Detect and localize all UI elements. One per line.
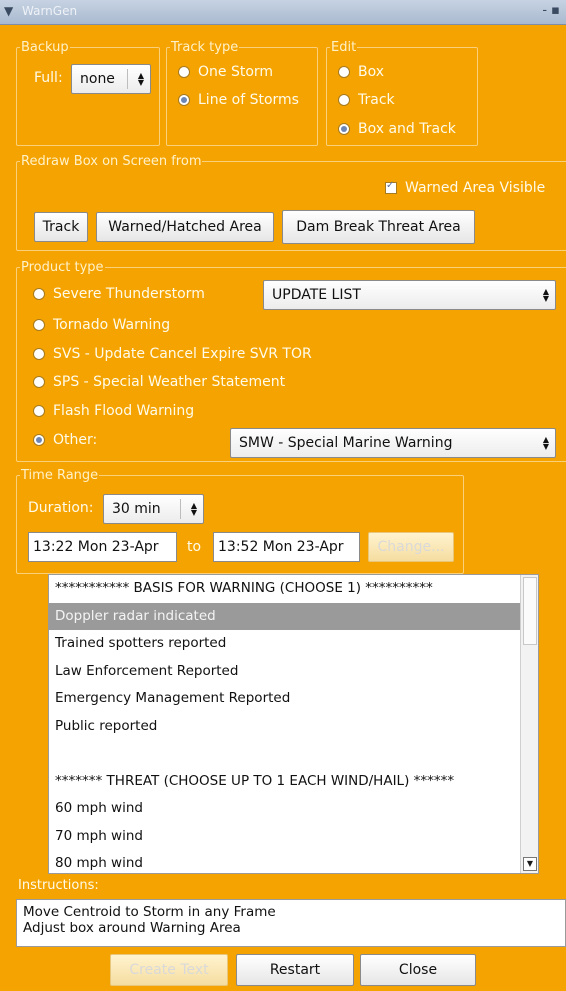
duration-value: 30 min xyxy=(112,501,161,517)
warned-area-visible-checkbox[interactable]: Warned Area Visible xyxy=(385,180,545,196)
redraw-dam-break-button[interactable]: Dam Break Threat Area xyxy=(282,210,475,244)
update-list-value: UPDATE LIST xyxy=(272,287,361,303)
list-item[interactable]: 70 mph wind xyxy=(49,823,538,851)
radio-icon xyxy=(338,66,350,78)
radio-icon xyxy=(33,405,45,417)
restart-button[interactable]: Restart xyxy=(236,954,354,986)
backup-full-select[interactable]: none ▲ ▼ xyxy=(71,64,151,94)
product-other-label: Other: xyxy=(53,432,98,448)
change-button[interactable]: Change... xyxy=(368,532,454,562)
scrollbar-thumb[interactable] xyxy=(523,577,537,645)
product-flash-flood-label: Flash Flood Warning xyxy=(53,403,195,419)
track-type-one-storm[interactable]: One Storm xyxy=(178,64,273,80)
product-sps-label: SPS - Special Weather Statement xyxy=(53,374,286,390)
edit-box-and-track[interactable]: Box and Track xyxy=(338,121,456,137)
edit-legend: Edit xyxy=(331,40,357,55)
radio-icon xyxy=(178,66,190,78)
other-product-select[interactable]: SMW - Special Marine Warning ▲ ▼ xyxy=(230,428,556,458)
spinner-icon: ▲ ▼ xyxy=(190,501,197,517)
duration-select[interactable]: 30 min ▲ ▼ xyxy=(103,494,204,524)
track-type-legend: Track type xyxy=(171,40,239,55)
list-item[interactable]: Law Enforcement Reported xyxy=(49,658,538,686)
list-scrollbar[interactable]: ▼ xyxy=(520,575,538,873)
product-other[interactable]: Other: xyxy=(33,432,97,448)
instructions-label: Instructions: xyxy=(18,878,99,893)
edit-box-label: Box xyxy=(358,64,385,80)
product-tornado-warning-label: Tornado Warning xyxy=(53,317,171,333)
list-item[interactable]: *********** BASIS FOR WARNING (CHOOSE 1)… xyxy=(49,575,538,603)
window-controls[interactable]: - ▪ xyxy=(542,3,560,18)
backup-legend: Backup xyxy=(21,40,69,55)
redraw-legend: Redraw Box on Screen from xyxy=(21,154,202,169)
radio-selected-icon xyxy=(338,123,350,135)
product-svs-label: SVS - Update Cancel Expire SVR TOR xyxy=(53,346,312,362)
list-item[interactable]: 60 mph wind xyxy=(49,795,538,823)
warned-area-visible-label: Warned Area Visible xyxy=(405,180,546,196)
duration-label: Duration: xyxy=(28,500,94,516)
backup-full-label: Full: xyxy=(34,70,63,86)
radio-icon xyxy=(338,94,350,106)
title-bar: ▼ WarnGen - ▪ xyxy=(0,0,566,25)
radio-icon xyxy=(33,348,45,360)
product-severe-thunderstorm-label: Severe Thunderstorm xyxy=(53,286,205,302)
to-label: to xyxy=(187,539,202,555)
redraw-warned-hatched-button[interactable]: Warned/Hatched Area xyxy=(96,212,274,242)
radio-selected-icon xyxy=(178,94,190,106)
spinner-icon: ▲ ▼ xyxy=(542,435,549,451)
radio-icon xyxy=(33,376,45,388)
create-text-button[interactable]: Create Text xyxy=(110,954,228,986)
spinner-icon: ▲ ▼ xyxy=(137,71,144,87)
spinner-icon: ▲ ▼ xyxy=(542,287,549,303)
bullet-list[interactable]: *********** BASIS FOR WARNING (CHOOSE 1)… xyxy=(48,574,539,874)
radio-icon xyxy=(33,319,45,331)
list-item[interactable]: Trained spotters reported xyxy=(49,630,538,658)
start-time-field[interactable]: 13:22 Mon 23-Apr xyxy=(28,532,177,562)
list-item[interactable]: ******* THREAT (CHOOSE UP TO 1 EACH WIND… xyxy=(49,768,538,796)
radio-icon xyxy=(33,288,45,300)
product-type-legend: Product type xyxy=(21,260,104,275)
list-item-selected[interactable]: Doppler radar indicated xyxy=(49,602,538,630)
other-product-value: SMW - Special Marine Warning xyxy=(239,435,453,451)
backup-full-value: none xyxy=(80,71,115,87)
product-tornado-warning[interactable]: Tornado Warning xyxy=(33,317,170,333)
scroll-down-icon[interactable]: ▼ xyxy=(523,857,537,871)
instruction-line: Adjust box around Warning Area xyxy=(23,920,241,936)
product-svs[interactable]: SVS - Update Cancel Expire SVR TOR xyxy=(33,346,312,362)
list-item[interactable]: Emergency Management Reported xyxy=(49,685,538,713)
list-item[interactable]: Public reported xyxy=(49,713,538,741)
list-item[interactable] xyxy=(49,740,538,768)
radio-selected-icon xyxy=(33,434,45,446)
product-flash-flood[interactable]: Flash Flood Warning xyxy=(33,403,194,419)
instruction-line: Move Centroid to Storm in any Frame xyxy=(23,904,276,920)
list-item[interactable]: 80 mph wind xyxy=(49,850,538,873)
edit-track[interactable]: Track xyxy=(338,92,395,108)
track-type-line-of-storms-label: Line of Storms xyxy=(198,92,299,108)
window-menu-icon[interactable]: ▼ xyxy=(4,4,18,18)
time-range-legend: Time Range xyxy=(21,468,99,483)
edit-track-label: Track xyxy=(358,92,395,108)
instructions-box: Move Centroid to Storm in any Frame Adju… xyxy=(16,899,566,947)
product-severe-thunderstorm[interactable]: Severe Thunderstorm xyxy=(33,286,205,302)
close-button[interactable]: Close xyxy=(360,954,476,986)
checkbox-checked-icon xyxy=(385,180,397,194)
edit-box[interactable]: Box xyxy=(338,64,384,80)
redraw-track-button[interactable]: Track xyxy=(34,212,88,242)
edit-box-and-track-label: Box and Track xyxy=(358,121,456,137)
track-type-line-of-storms[interactable]: Line of Storms xyxy=(178,92,299,108)
product-sps[interactable]: SPS - Special Weather Statement xyxy=(33,374,285,390)
window-title: WarnGen xyxy=(22,4,78,18)
update-list-select[interactable]: UPDATE LIST ▲ ▼ xyxy=(263,280,556,310)
track-type-one-storm-label: One Storm xyxy=(198,64,274,80)
end-time-field[interactable]: 13:52 Mon 23-Apr xyxy=(213,532,360,562)
